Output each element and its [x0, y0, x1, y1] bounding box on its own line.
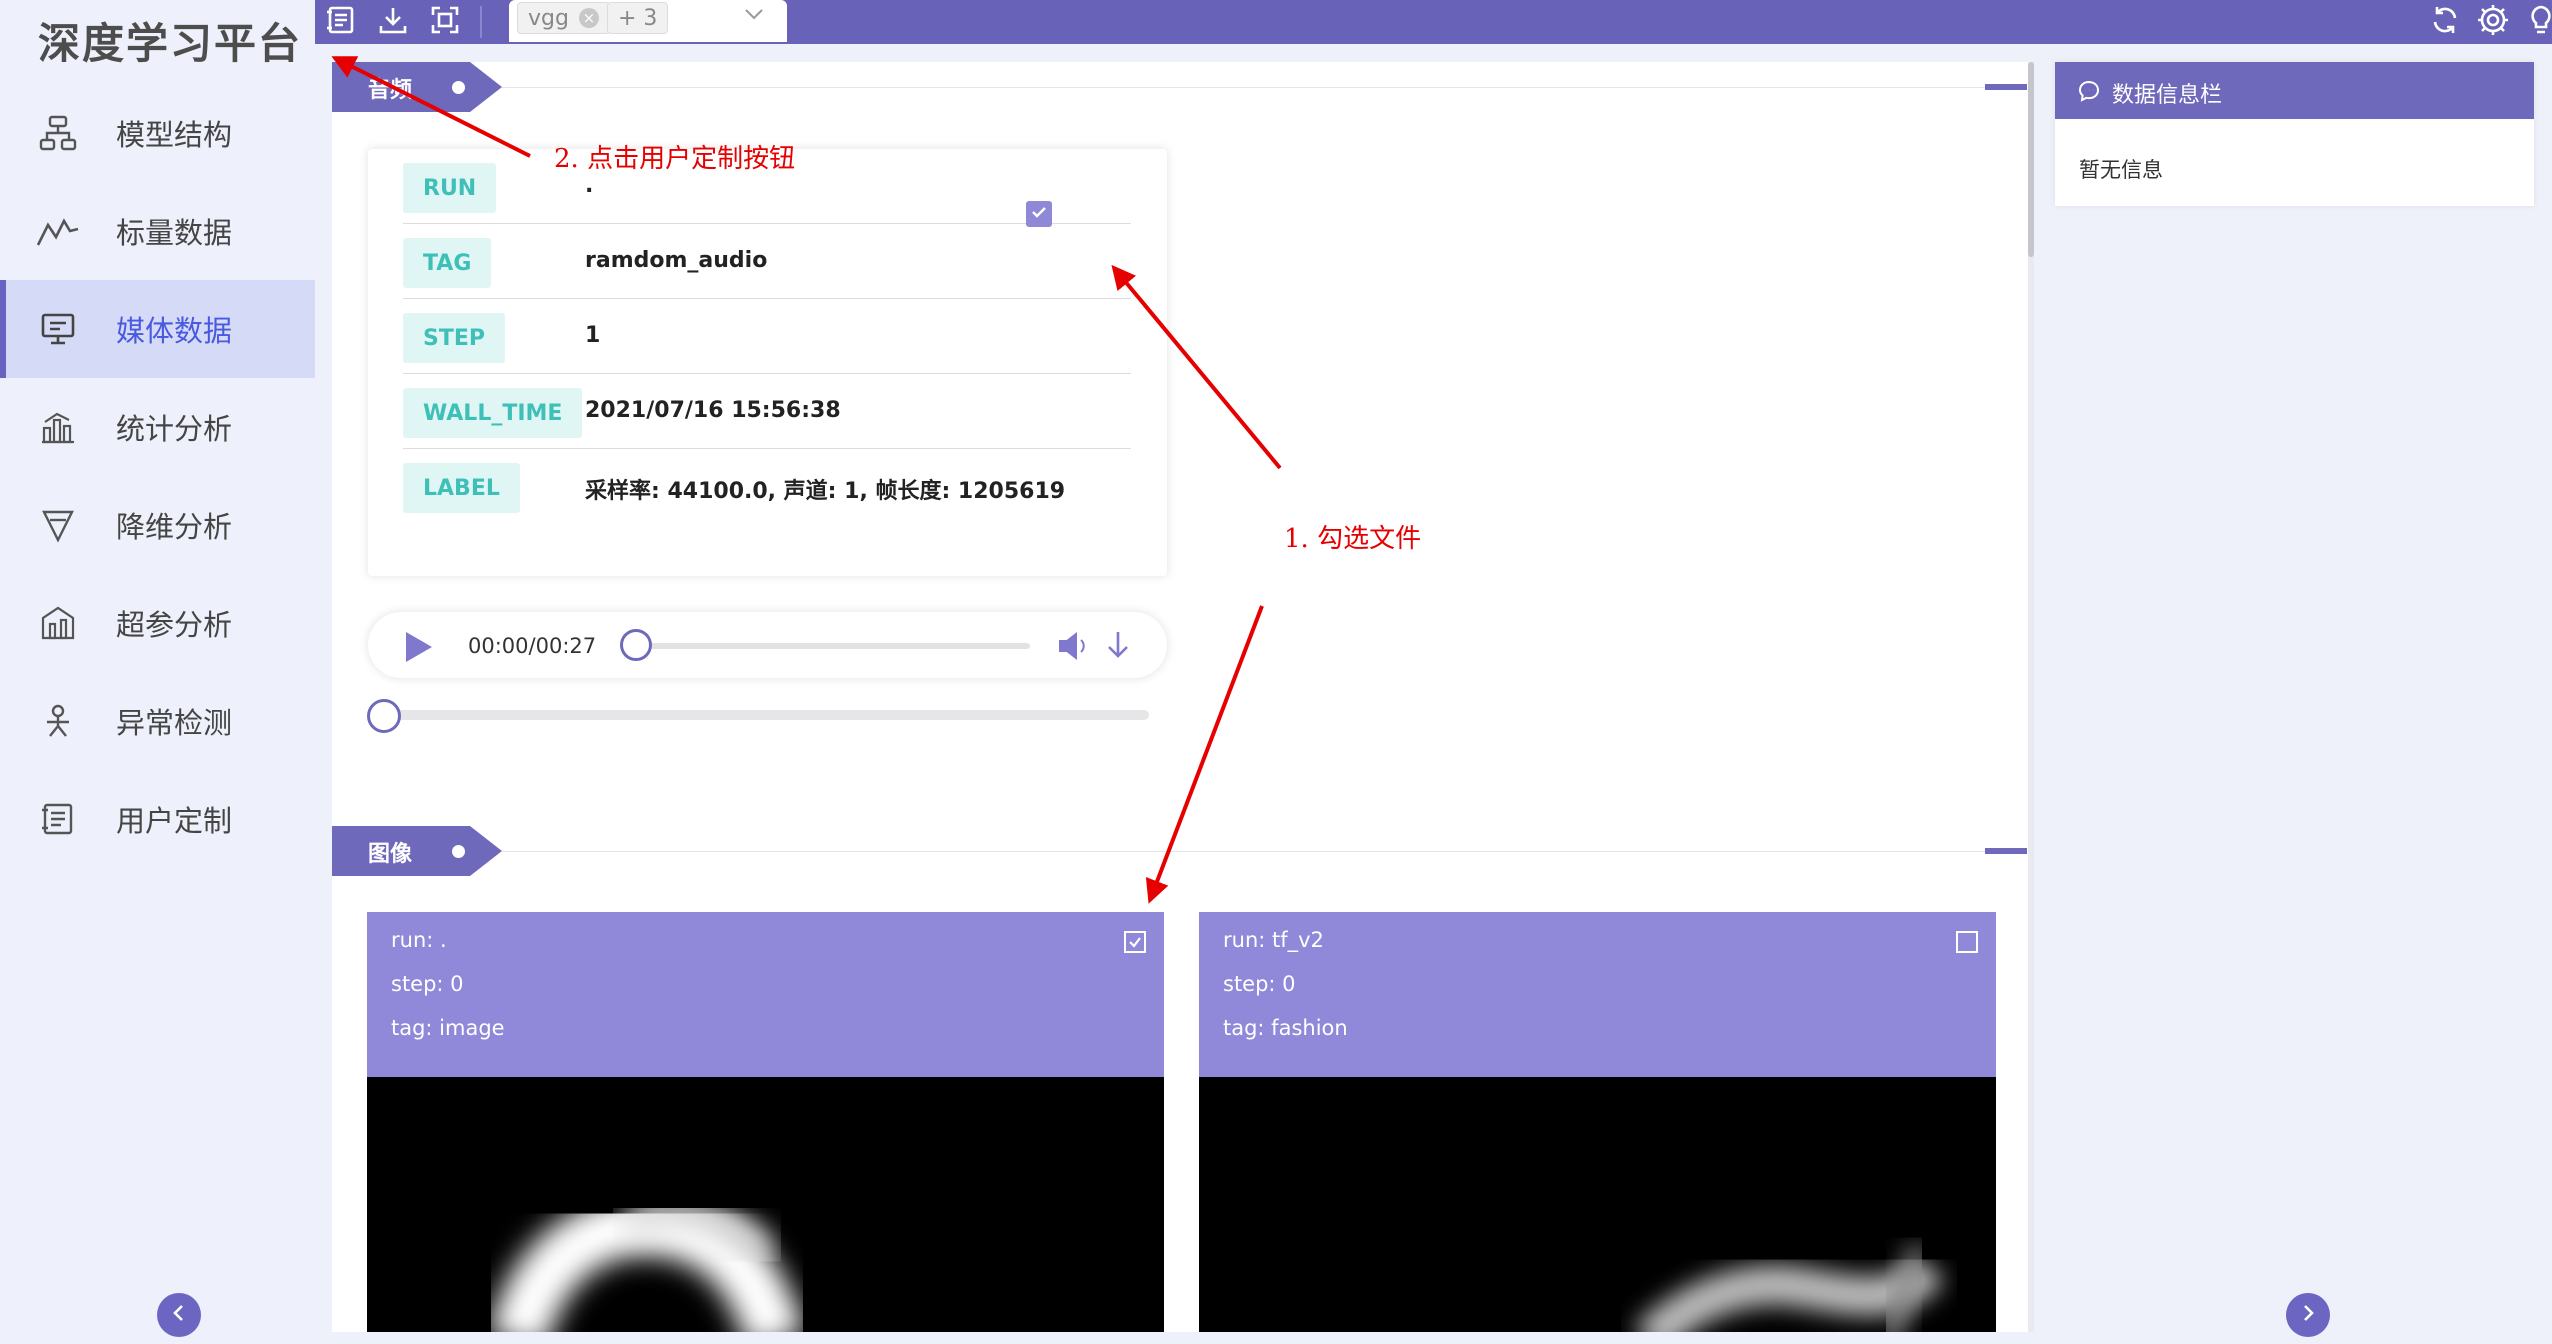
annotation-arrow: [1111, 264, 1282, 470]
annotation-step2: 2. 点击用户定制按钮: [554, 144, 796, 174]
annotation-arrow: [1145, 605, 1264, 904]
annotation-overlay: [331, 56, 1282, 904]
annotation-arrow: [331, 56, 531, 158]
annotation-step1: 1. 勾选文件: [1284, 524, 1422, 554]
